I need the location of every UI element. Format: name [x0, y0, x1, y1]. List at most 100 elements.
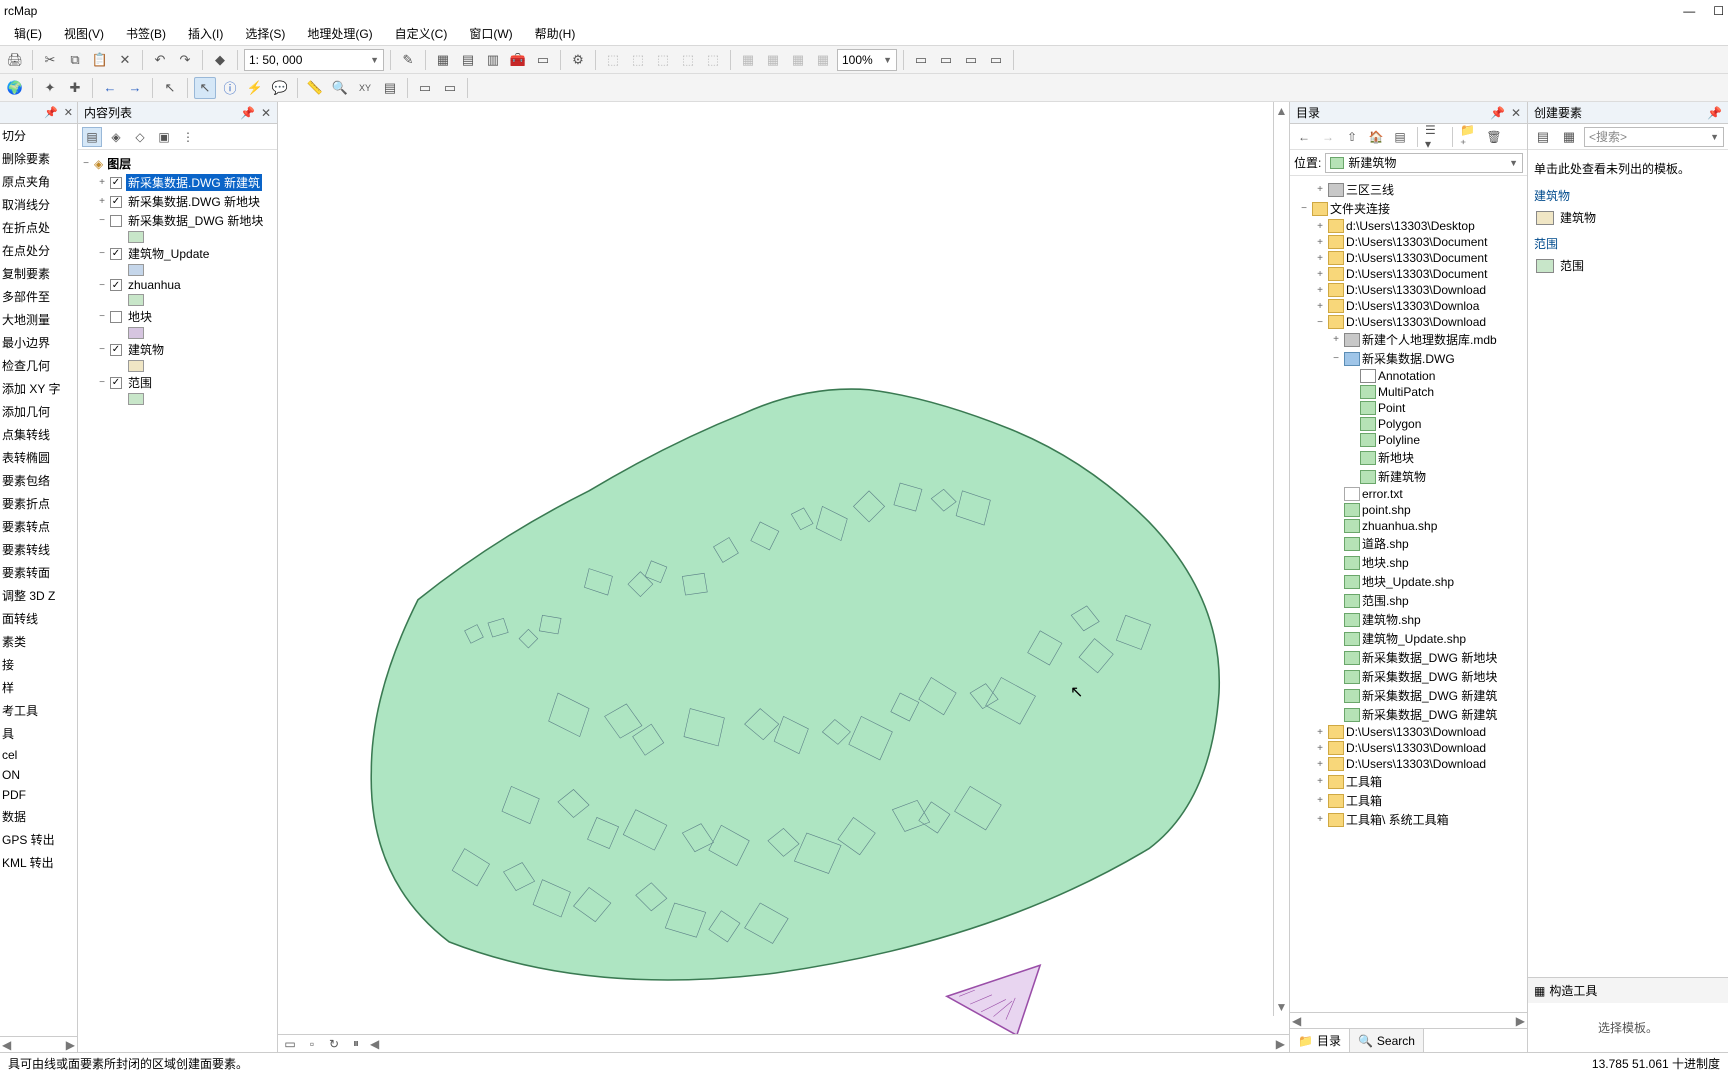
close-icon[interactable]: ✕: [64, 106, 73, 119]
list-by-selection-icon[interactable]: ▣: [154, 127, 174, 147]
catalog-tree[interactable]: +三区三线−文件夹连接+d:\Users\13303\Desktop+D:\Us…: [1290, 176, 1527, 1012]
catalog-item[interactable]: 地块.shp: [1292, 553, 1525, 572]
catalog-item[interactable]: 新采集数据_DWG 新地块: [1292, 667, 1525, 686]
catalog-item[interactable]: +D:\Users\13303\Download: [1292, 724, 1525, 740]
map-vscrollbar[interactable]: ▲▼: [1273, 102, 1289, 1016]
tool-item[interactable]: ON: [0, 765, 77, 785]
snap4-icon[interactable]: ⬚: [677, 49, 699, 71]
list-by-source-icon[interactable]: ◈: [106, 127, 126, 147]
editor-toolbar-icon[interactable]: ✎: [397, 49, 419, 71]
window-maximize[interactable]: ☐: [1713, 4, 1724, 18]
tool-item[interactable]: 原点夹角: [0, 170, 77, 193]
catalog-item[interactable]: 道路.shp: [1292, 534, 1525, 553]
catalog-item[interactable]: −文件夹连接: [1292, 199, 1525, 218]
catalog-item[interactable]: +D:\Users\13303\Download: [1292, 282, 1525, 298]
full-extent-icon[interactable]: ✦: [39, 77, 61, 99]
menu-item[interactable]: 插入(I): [178, 23, 233, 44]
window-minimize[interactable]: —: [1683, 4, 1695, 18]
toc-icon[interactable]: ▦: [432, 49, 454, 71]
tool-item[interactable]: 要素转点: [0, 515, 77, 538]
menu-item[interactable]: 书签(B): [116, 23, 176, 44]
close-icon[interactable]: ✕: [261, 106, 271, 120]
tool-item[interactable]: 添加几何: [0, 400, 77, 423]
layer-item[interactable]: −✓建筑物_Update: [80, 244, 275, 263]
tool-item[interactable]: 切分: [0, 124, 77, 147]
layout1-icon[interactable]: ▭: [910, 49, 932, 71]
tool-item[interactable]: 多部件至: [0, 285, 77, 308]
scale-selector[interactable]: 1: 50, 000▼: [244, 49, 384, 71]
org-templates-icon[interactable]: ▤: [1532, 126, 1554, 148]
grid1-icon[interactable]: ▦: [737, 49, 759, 71]
filter-icon[interactable]: ▦: [1558, 126, 1580, 148]
viewer-icon[interactable]: ▭: [414, 77, 436, 99]
catalog-item[interactable]: Annotation: [1292, 368, 1525, 384]
tool-item[interactable]: 最小边界: [0, 331, 77, 354]
catalog-item[interactable]: Polyline: [1292, 432, 1525, 448]
snap-icon[interactable]: ⬚: [602, 49, 624, 71]
cut-icon[interactable]: ✂: [39, 49, 61, 71]
tool-item[interactable]: 素类: [0, 630, 77, 653]
menu-item[interactable]: 窗口(W): [459, 23, 522, 44]
catalog-item[interactable]: +D:\Users\13303\Download: [1292, 740, 1525, 756]
layer-item[interactable]: −地块: [80, 307, 275, 326]
template-hint[interactable]: 单击此处查看未列出的模板。: [1534, 156, 1722, 181]
time-slider-icon[interactable]: ▤: [379, 77, 401, 99]
layer-item[interactable]: −✓范围: [80, 373, 275, 392]
paste-icon[interactable]: 📋: [89, 49, 111, 71]
fixed-zoom-icon[interactable]: ✚: [64, 77, 86, 99]
menu-item[interactable]: 辑(E): [4, 23, 52, 44]
catalog-icon[interactable]: ▤: [457, 49, 479, 71]
left-scrollbar[interactable]: ◀▶: [0, 1036, 77, 1052]
layout4-icon[interactable]: ▭: [985, 49, 1007, 71]
catalog-hscrollbar[interactable]: ◀▶: [1290, 1012, 1527, 1028]
layer-item[interactable]: −✓建筑物: [80, 340, 275, 359]
catalog-item[interactable]: 建筑物_Update.shp: [1292, 629, 1525, 648]
pause-icon[interactable]: ⏸: [348, 1037, 364, 1051]
tool-item[interactable]: 复制要素: [0, 262, 77, 285]
html-popup-icon[interactable]: 💬: [269, 77, 291, 99]
catalog-item[interactable]: +D:\Users\13303\Document: [1292, 234, 1525, 250]
forward-icon[interactable]: →: [1318, 127, 1338, 147]
python-icon[interactable]: ▭: [532, 49, 554, 71]
layer-item[interactable]: −✓zhuanhua: [80, 277, 275, 293]
catalog-item[interactable]: Polygon: [1292, 416, 1525, 432]
remove-icon[interactable]: 🗑: [1484, 127, 1504, 147]
menu-item[interactable]: 帮助(H): [525, 23, 586, 44]
tool-item[interactable]: 接: [0, 653, 77, 676]
list-by-visibility-icon[interactable]: ◇: [130, 127, 150, 147]
pin-icon[interactable]: 📌: [1707, 106, 1722, 120]
tool-item[interactable]: 在折点处: [0, 216, 77, 239]
tool-item[interactable]: GPS 转出: [0, 828, 77, 851]
pointer-icon[interactable]: ↖: [194, 77, 216, 99]
tool-item[interactable]: 面转线: [0, 607, 77, 630]
pin-icon[interactable]: 📌: [240, 106, 255, 120]
layout3-icon[interactable]: ▭: [960, 49, 982, 71]
map-view[interactable]: ↖ ▲▼ ▭ ▫ ↻ ⏸ ◀▶: [278, 102, 1290, 1052]
tool-item[interactable]: 添加 XY 字: [0, 377, 77, 400]
catalog-item[interactable]: 建筑物.shp: [1292, 610, 1525, 629]
catalog-item[interactable]: +三区三线: [1292, 180, 1525, 199]
tool-item[interactable]: PDF: [0, 785, 77, 805]
catalog-tab[interactable]: 🔍Search: [1350, 1029, 1424, 1052]
catalog-item[interactable]: point.shp: [1292, 502, 1525, 518]
catalog-item[interactable]: 新采集数据_DWG 新地块: [1292, 648, 1525, 667]
print-icon[interactable]: 🖨: [4, 49, 26, 71]
copy-icon[interactable]: ⧉: [64, 49, 86, 71]
undo-icon[interactable]: ↶: [149, 49, 171, 71]
catalog-item[interactable]: +D:\Users\13303\Document: [1292, 250, 1525, 266]
tool-item[interactable]: 点集转线: [0, 423, 77, 446]
menu-item[interactable]: 视图(V): [54, 23, 114, 44]
tool-item[interactable]: 要素转线: [0, 538, 77, 561]
delete-icon[interactable]: ✕: [114, 49, 136, 71]
catalog-item[interactable]: 新地块: [1292, 448, 1525, 467]
layout2-icon[interactable]: ▭: [935, 49, 957, 71]
catalog-item[interactable]: zhuanhua.shp: [1292, 518, 1525, 534]
zoom-selector[interactable]: 100%▼: [837, 49, 897, 71]
catalog-item[interactable]: 新采集数据_DWG 新建筑: [1292, 705, 1525, 724]
menu-bar[interactable]: 辑(E)视图(V)书签(B)插入(I)选择(S)地理处理(G)自定义(C)窗口(…: [0, 22, 1728, 46]
viewer2-icon[interactable]: ▭: [439, 77, 461, 99]
tool-item[interactable]: cel: [0, 745, 77, 765]
catalog-item[interactable]: +新建个人地理数据库.mdb: [1292, 330, 1525, 349]
catalog-item[interactable]: Point: [1292, 400, 1525, 416]
catalog-item[interactable]: −D:\Users\13303\Download: [1292, 314, 1525, 330]
